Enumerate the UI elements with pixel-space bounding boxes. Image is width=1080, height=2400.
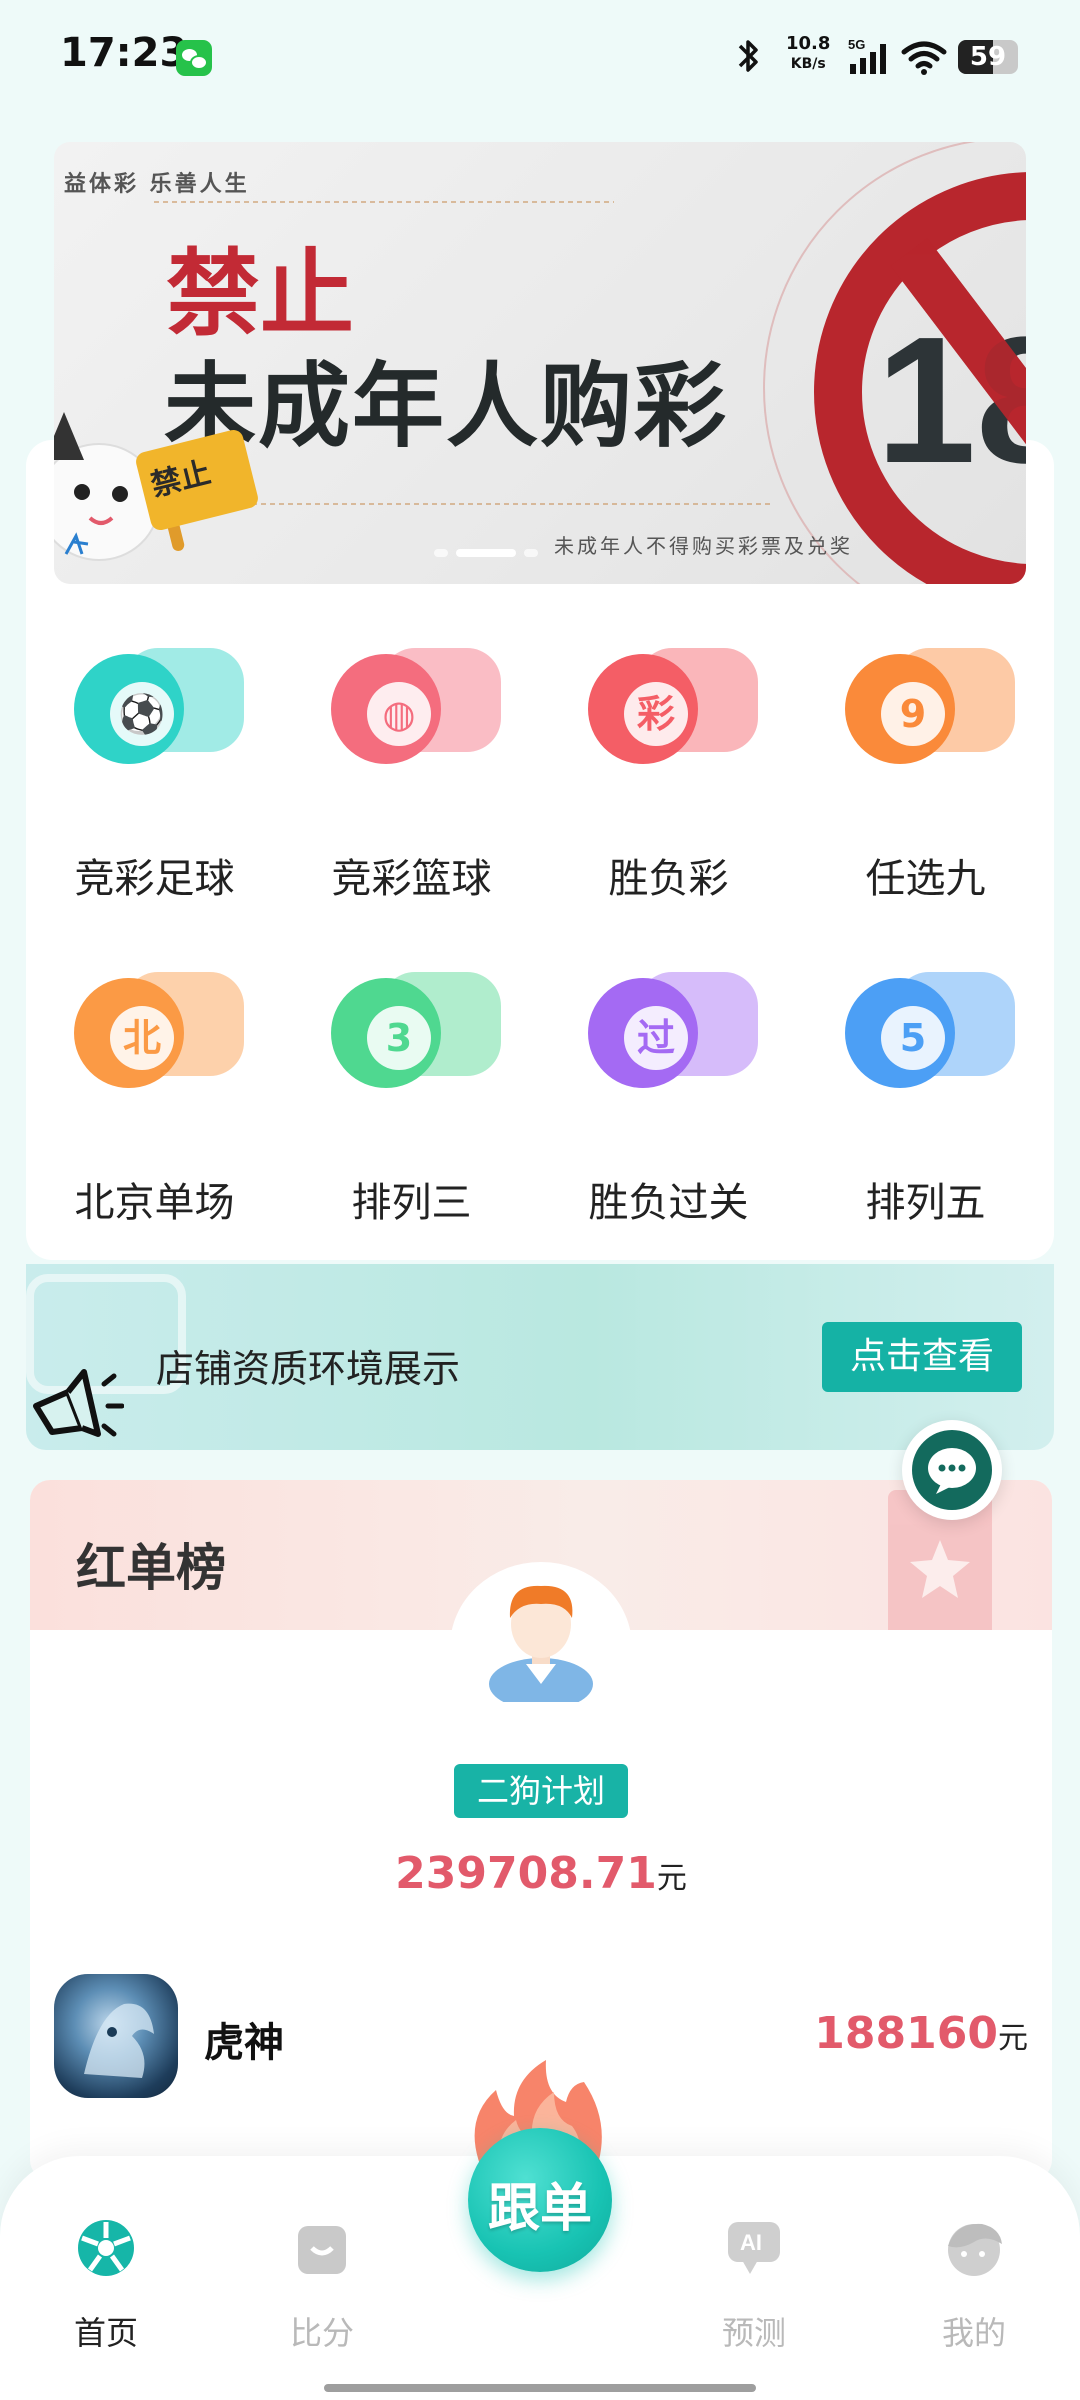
soccer-ball-icon: ⚽ [64, 640, 254, 764]
lottery-item[interactable]: ⚽ 竞彩足球 [26, 620, 283, 920]
nav-tab-label: 预测 [721, 2314, 786, 2352]
avatar [54, 1974, 178, 2098]
lottery-item[interactable]: 过胜负过关 [540, 944, 797, 1244]
lottery-label: 北京单场 [74, 1180, 235, 1226]
banner-carousel[interactable]: 益体彩 乐善人生 禁止 未成年人购彩 禁止 未成年人不得购买彩票及兑奖 18 [54, 142, 1026, 584]
amount-unit: 元 [998, 2021, 1028, 2056]
score-bag-icon [298, 2226, 346, 2274]
red-list-title: 红单榜 [76, 1539, 226, 1597]
nav-tab[interactable]: 我的 [894, 2216, 1054, 2366]
nav-tab[interactable]: 比分 [242, 2216, 402, 2366]
nav-tab[interactable]: 首页 [26, 2216, 186, 2366]
amount-value: 188160 [814, 2008, 998, 2059]
lottery-item[interactable]: 北北京单场 [26, 944, 283, 1244]
lottery-label: 竞彩篮球 [331, 856, 492, 902]
number-nine-icon: 9 [835, 640, 1025, 764]
battery-icon: 59 [958, 40, 1018, 74]
view-store-button[interactable]: 点击查看 [822, 1322, 1022, 1392]
top-amount-unit: 元 [656, 1861, 687, 1896]
ai-chat-icon: AI [728, 2222, 780, 2274]
lottery-cai-icon: 彩 [578, 640, 768, 764]
avatar[interactable] [486, 1572, 596, 1702]
store-banner-text: 店铺资质环境展示 [156, 1347, 461, 1391]
age-18-badge: 18 [876, 238, 1026, 501]
lottery-item[interactable]: ◍ 竞彩篮球 [283, 620, 540, 920]
lottery-item[interactable]: 9 任选九 [797, 620, 1054, 920]
bluetooth-icon [738, 40, 758, 72]
beijing-coin-icon: 北 [64, 964, 254, 1088]
home-indicator[interactable] [324, 2384, 756, 2392]
status-bar: 17:23 10.8 KB/s 5G 59 [0, 0, 1080, 118]
network-speed-value: 10.8 [786, 33, 831, 54]
number-five-icon: 5 [835, 964, 1025, 1088]
lottery-label: 胜负过关 [588, 1180, 749, 1226]
chat-bubble-icon [912, 1430, 992, 1510]
lottery-item[interactable]: 5 排列五 [797, 944, 1054, 1244]
battery-percent: 59 [969, 42, 1007, 72]
chat-button[interactable] [902, 1420, 1002, 1520]
megaphone-icon [33, 1369, 124, 1437]
top-amount-value: 239708.71 [395, 1848, 657, 1899]
nav-tab-label: 我的 [941, 2314, 1006, 2352]
top-winner-name[interactable]: 二狗计划 [454, 1764, 628, 1818]
signal-icon: 5G [848, 37, 886, 74]
network-speed: 10.8 KB/s [786, 34, 830, 74]
signal-label: 5G [848, 37, 865, 52]
home-ball-icon [78, 2220, 134, 2276]
lottery-label: 排列三 [351, 1180, 472, 1226]
nav-tab-label: 比分 [289, 2314, 354, 2352]
top-winner-amount: 239708.71元 [30, 1848, 1052, 1899]
follow-bet-label: 跟单 [487, 2179, 592, 2239]
status-time: 17:23 [60, 30, 188, 76]
nav-tab-label: 首页 [73, 2314, 138, 2352]
basketball-icon: ◍ [321, 640, 511, 764]
number-three-icon: 3 [321, 964, 511, 1088]
nav-tab[interactable]: AI 预测 [674, 2216, 834, 2366]
red-list-amount: 188160元 [814, 2008, 1028, 2059]
wifi-icon [901, 41, 947, 75]
follow-bet-button[interactable]: 跟单 [468, 2128, 612, 2272]
lottery-label: 任选九 [865, 856, 986, 902]
lottery-item[interactable]: 3 排列三 [283, 944, 540, 1244]
svg-text:AI: AI [740, 2230, 762, 2255]
pass-coin-icon: 过 [578, 964, 768, 1088]
lottery-label: 胜负彩 [608, 856, 729, 902]
profile-face-icon [948, 2223, 1002, 2276]
lottery-label: 排列五 [865, 1180, 986, 1226]
lottery-item[interactable]: 彩胜负彩 [540, 620, 797, 920]
network-speed-unit: KB/s [790, 56, 826, 72]
wechat-icon [176, 40, 212, 76]
lottery-label: 竞彩足球 [74, 856, 235, 902]
red-list-name: 虎神 [204, 2020, 284, 2066]
